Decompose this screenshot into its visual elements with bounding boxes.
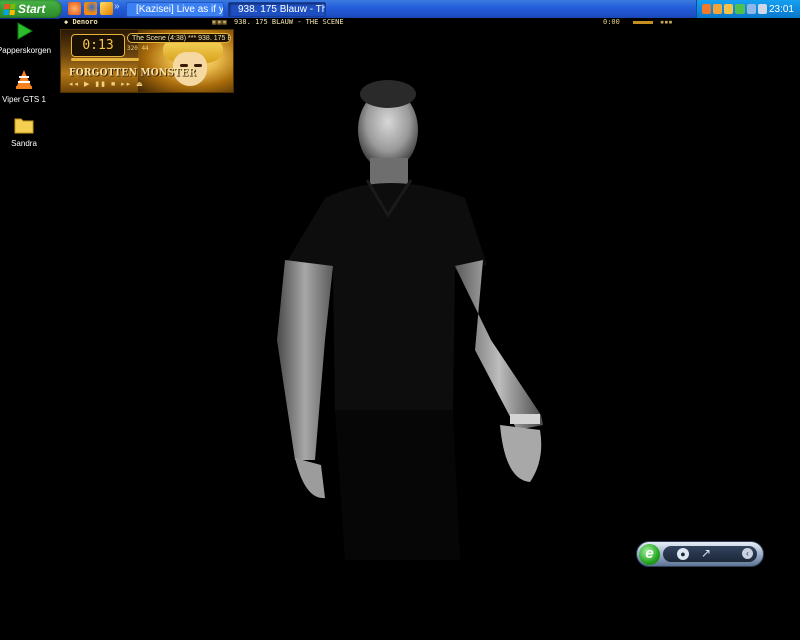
- vlc-cone-icon: [16, 70, 32, 89]
- skin-logo-text: FORGOTTEN MONSTER: [69, 67, 197, 79]
- folder-icon: [14, 118, 34, 134]
- winamp-time: 0:00: [603, 18, 620, 26]
- taskbar: Start » [Kazisei] Live as if yo... 938. …: [0, 0, 800, 19]
- ie-widget-panel: ● ↗ ‹: [663, 546, 757, 562]
- winamp-title[interactable]: ◆ Denoro: [64, 18, 98, 26]
- desktop-icon-recycle-bin[interactable]: Papperskorgen: [0, 21, 53, 55]
- system-tray: 23:01: [696, 0, 800, 18]
- desktop-icon-label: Sandra: [11, 139, 37, 148]
- app-tray-icon[interactable]: [713, 4, 723, 14]
- activity-icon[interactable]: ↗: [701, 546, 711, 560]
- windows-logo-icon: [3, 3, 16, 15]
- winamp-track-scroll: The Scene (4:38) *** 938. 175 B: [127, 33, 231, 43]
- desktop-icon-sandra[interactable]: Sandra: [0, 116, 53, 148]
- winamp-time-display: 0:13: [71, 34, 125, 57]
- desktop-icon-label: Viper GTS 1: [2, 95, 46, 104]
- start-button[interactable]: Start: [0, 0, 62, 18]
- winamp-tray-icon[interactable]: [724, 4, 734, 14]
- winamp-track-title: 938. 175 BLAUW - THE SCENE: [234, 18, 344, 26]
- desktop-icon-label: Papperskorgen: [0, 46, 52, 55]
- messenger-tray-icon[interactable]: [735, 4, 745, 14]
- media-player-icon[interactable]: [100, 2, 113, 15]
- winamp-volume-slider[interactable]: [71, 58, 139, 61]
- winamp-title-text: Denoro: [72, 18, 98, 26]
- winamp-controls[interactable]: ▪▪▪: [660, 18, 673, 26]
- winamp-seek-slider[interactable]: [633, 21, 653, 24]
- firefox-icon[interactable]: [84, 2, 97, 15]
- network-tray-icon[interactable]: [746, 4, 756, 14]
- taskbar-item-winamp[interactable]: 938. 175 Blauw - The...: [228, 2, 326, 17]
- globe-icon[interactable]: ●: [677, 548, 689, 560]
- winamp-bitrate: 320 44: [127, 45, 149, 52]
- winamp-bar: ◆ Denoro ▣▣▣ 938. 175 BLAUW - THE SCENE …: [60, 18, 800, 28]
- task-label: [Kazisei] Live as if yo...: [136, 4, 224, 15]
- quick-launch-expand-icon[interactable]: »: [114, 1, 120, 12]
- winamp-playback-controls[interactable]: ◂◂ ▶ ▮▮ ■ ▸▸ ⏏: [69, 80, 145, 88]
- collapse-arrow-icon[interactable]: ‹: [742, 548, 753, 559]
- desktop-icon-viper[interactable]: Viper GTS 1: [0, 68, 53, 104]
- recycle-bin-icon: [17, 22, 34, 40]
- wallpaper-photo: [277, 80, 543, 560]
- winamp-window-buttons[interactable]: ▣▣▣: [212, 18, 228, 26]
- taskbar-item-messenger[interactable]: [Kazisei] Live as if yo...: [126, 2, 224, 17]
- ie-desktop-widget[interactable]: e ● ↗ ‹: [636, 541, 764, 567]
- winamp-skin-panel[interactable]: 0:13 The Scene (4:38) *** 938. 175 B 320…: [60, 29, 234, 93]
- task-label: 938. 175 Blauw - The...: [238, 4, 325, 15]
- ie-logo-icon[interactable]: e: [639, 544, 660, 565]
- clock[interactable]: 23:01: [769, 4, 794, 15]
- avast-tray-icon[interactable]: [702, 4, 712, 14]
- volume-tray-icon[interactable]: [757, 4, 767, 14]
- avast-icon[interactable]: [68, 2, 81, 15]
- quick-launch: [68, 2, 113, 15]
- start-label: Start: [18, 2, 46, 16]
